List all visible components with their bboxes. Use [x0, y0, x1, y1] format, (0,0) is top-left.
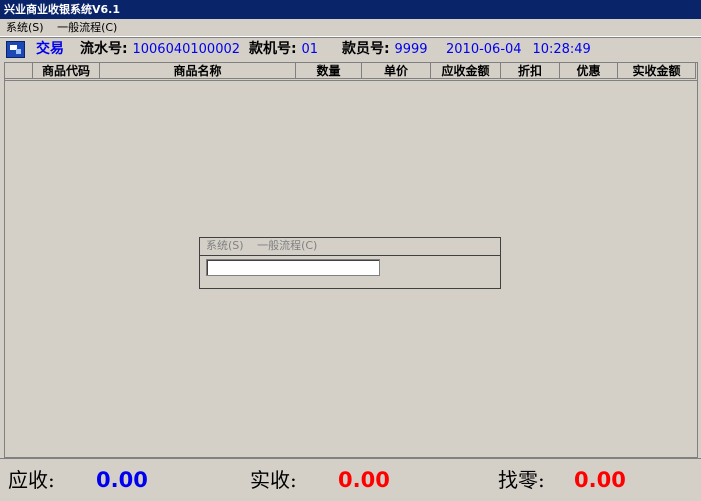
row-indicator-header: [5, 63, 33, 79]
grid-header-row: 商品代码 商品名称 数量 单价 应收金额 折扣 优惠 实收金额: [5, 63, 697, 81]
column-header[interactable]: 应收金额: [431, 63, 501, 79]
column-header[interactable]: 数量: [296, 63, 362, 79]
menu-bar: 系统(S) 一般流程(C): [0, 19, 701, 37]
column-header[interactable]: 实收金额: [618, 63, 696, 79]
change-value: 0.00: [574, 468, 626, 492]
time-value: 10:28:49: [532, 42, 591, 57]
menu-general-flow[interactable]: 一般流程(C): [53, 19, 121, 36]
change-label: 找零:: [498, 468, 545, 492]
transaction-mode: 交易: [36, 41, 64, 57]
machine-value: 01: [301, 42, 319, 57]
terminal-icon: [6, 41, 25, 58]
transaction-info-bar: 交易 流水号: 1006040100002 款机号: 01 款员号: 9999 …: [0, 37, 701, 61]
cashier-label: 款员号:: [342, 41, 390, 57]
received-value: 0.00: [338, 468, 390, 492]
column-header[interactable]: 商品代码: [33, 63, 100, 79]
dialog-menu-system[interactable]: 系统(S): [202, 238, 248, 254]
received-label: 实收:: [250, 468, 297, 492]
column-header[interactable]: 折扣: [501, 63, 560, 79]
column-header[interactable]: 单价: [362, 63, 431, 79]
cashier-field: 款员号: 9999: [342, 40, 428, 59]
dialog-menu-bar: 系统(S) 一般流程(C): [200, 238, 500, 256]
column-header[interactable]: 优惠: [560, 63, 618, 79]
menu-system[interactable]: 系统(S): [2, 19, 48, 36]
column-header[interactable]: 商品名称: [100, 63, 296, 79]
code-entry-input[interactable]: [206, 259, 380, 276]
machine-label: 款机号:: [249, 41, 297, 57]
machine-field: 款机号: 01: [249, 40, 318, 59]
totals-bar: 应收: 0.00 实收: 0.00 找零: 0.00: [0, 458, 701, 501]
dialog-menu-general-flow[interactable]: 一般流程(C): [253, 238, 321, 254]
datetime-field: 2010-06-04 10:28:49: [446, 40, 591, 59]
receivable-label: 应收:: [8, 468, 55, 492]
input-dialog: 系统(S) 一般流程(C): [199, 237, 501, 289]
serial-label: 流水号:: [80, 41, 128, 57]
serial-value: 1006040100002: [132, 42, 241, 57]
window-title: 兴业商业收银系统V6.1: [4, 3, 120, 16]
date-value: 2010-06-04: [446, 42, 522, 57]
cashier-value: 9999: [394, 42, 428, 57]
serial-field: 流水号: 1006040100002: [80, 40, 240, 59]
receivable-value: 0.00: [96, 468, 148, 492]
window-titlebar[interactable]: 兴业商业收银系统V6.1: [0, 0, 701, 19]
